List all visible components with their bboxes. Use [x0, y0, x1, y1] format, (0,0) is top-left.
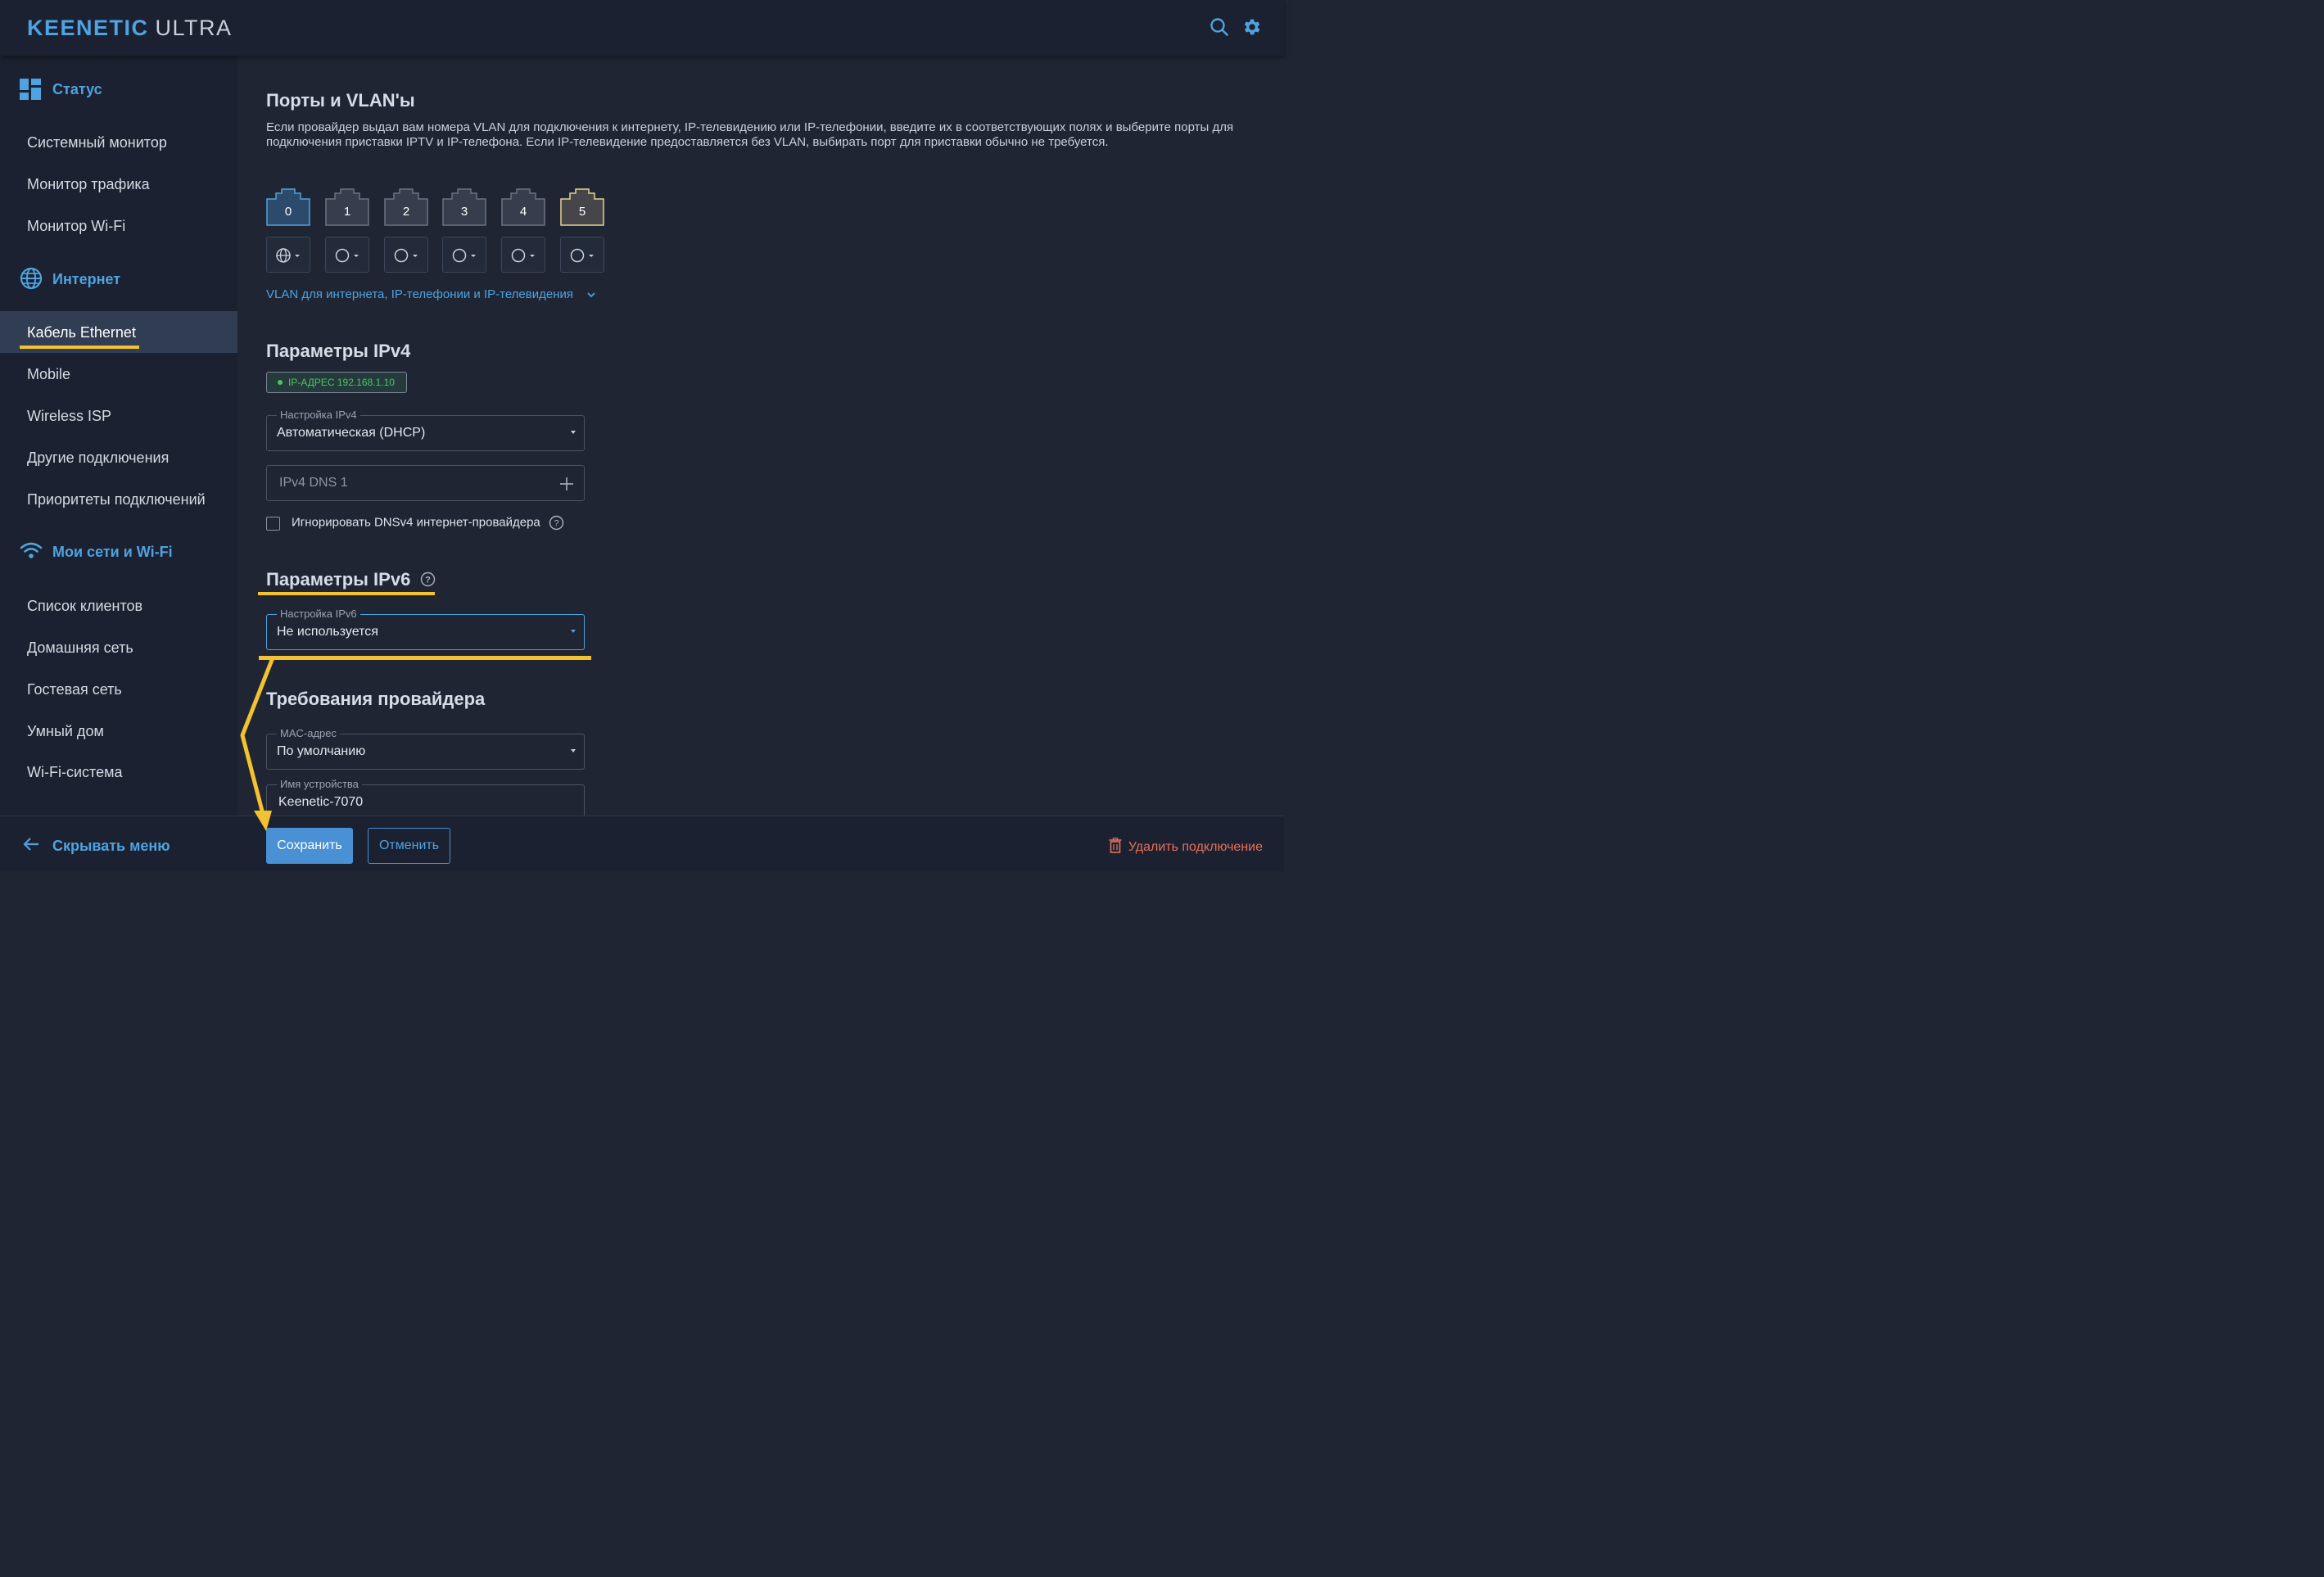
ipv4-dns-input[interactable]: IPv4 DNS 1 [266, 465, 585, 501]
port-4-label: 4 [519, 205, 527, 219]
port-1-label: 1 [343, 205, 351, 219]
trash-icon [1109, 837, 1122, 853]
ignore-dns-checkbox[interactable] [266, 517, 280, 531]
ipv4-title: Параметры IPv4 [266, 341, 411, 361]
ipv4-dns-placeholder: IPv4 DNS 1 [279, 476, 348, 490]
caret-down-icon [571, 431, 576, 434]
sidebar-section-internet[interactable]: Интернет [52, 270, 120, 288]
highlight-underline-ipv6 [258, 592, 435, 595]
port-2-label: 2 [402, 205, 410, 219]
action-footer: Сохранить Отменить Удалить подключение [237, 816, 1284, 871]
sidebar-item-wifi-monitor[interactable]: Монитор Wi-Fi [27, 217, 125, 235]
annotation-arrow [240, 658, 274, 831]
search-icon[interactable] [1209, 16, 1230, 38]
sidebar-item-mobile[interactable]: Mobile [27, 365, 70, 383]
sidebar-section-status[interactable]: Статус [52, 80, 102, 98]
sidebar-item-guest-network[interactable]: Гостевая сеть [27, 680, 122, 698]
circle-icon [394, 248, 418, 263]
sidebar-item-wireless-isp[interactable]: Wireless ISP [27, 407, 111, 425]
sidebar-item-wifi-system[interactable]: Wi-Fi-система [27, 763, 122, 781]
chevron-down-icon [587, 292, 595, 298]
sidebar-item-ethernet-cable[interactable]: Кабель Ethernet [27, 323, 136, 341]
svg-text:?: ? [554, 519, 558, 529]
sidebar-item-other-connections[interactable]: Другие подключения [27, 449, 169, 467]
main-content: Порты и VLAN'ы Если провайдер выдал вам … [237, 56, 1284, 871]
help-icon[interactable]: ? [549, 515, 564, 531]
ipv4-setting-select[interactable]: Настройка IPv4 Автоматическая (DHCP) [266, 409, 585, 451]
port-5-mode-select[interactable] [560, 237, 604, 273]
ipv6-title: Параметры IPv6 ? [266, 569, 436, 590]
port-4[interactable]: 4 [501, 188, 545, 226]
sidebar-section-my-networks[interactable]: Мои сети и Wi-Fi [52, 543, 173, 561]
circle-icon [452, 248, 476, 263]
globe-icon [20, 267, 43, 290]
svg-text:?: ? [426, 576, 432, 585]
caret-down-icon [571, 630, 576, 633]
sidebar-footer: Скрывать меню [0, 816, 237, 871]
vlan-settings-link[interactable]: VLAN для интернета, IP-телефонии и IP-те… [266, 287, 596, 301]
globe-icon [276, 248, 300, 263]
vlan-link-text: VLAN для интернета, IP-телефонии и IP-те… [266, 287, 573, 301]
port-1-mode-select[interactable] [325, 237, 369, 273]
top-bar: KEENETIC ULTRA [0, 0, 1284, 56]
sidebar-item-smart-home[interactable]: Умный дом [27, 722, 104, 740]
port-5[interactable]: 5 [560, 188, 604, 226]
port-3[interactable]: 3 [442, 188, 486, 226]
circle-icon [511, 248, 535, 263]
ipv6-setting-value: Не используется [277, 625, 378, 639]
sidebar-item-traffic-monitor[interactable]: Монитор трафика [27, 175, 150, 193]
cancel-button[interactable]: Отменить [368, 828, 450, 864]
sidebar-item-client-list[interactable]: Список клиентов [27, 597, 142, 615]
ports-description: Если провайдер выдал вам номера VLAN для… [266, 120, 1234, 149]
wifi-icon [20, 540, 43, 563]
sidebar: Статус Системный монитор Монитор трафика… [0, 56, 237, 871]
ipv6-title-text: Параметры IPv6 [266, 569, 411, 590]
delete-connection-button[interactable]: Удалить подключение [1109, 837, 1263, 856]
circle-icon [570, 248, 594, 263]
ignore-dns-text: Игнорировать DNSv4 интернет-провайдера [292, 515, 540, 530]
highlight-underline-ethernet [20, 346, 139, 349]
ipv4-setting-value: Автоматическая (DHCP) [277, 426, 426, 440]
hide-menu-button[interactable]: Скрывать меню [52, 837, 170, 855]
brand-primary: KEENETIC [27, 16, 149, 40]
brand-logo[interactable]: KEENETIC ULTRA [27, 16, 233, 40]
ports-title: Порты и VLAN'ы [266, 90, 415, 111]
port-2-mode-select[interactable] [384, 237, 428, 273]
ipv6-setting-select[interactable]: Настройка IPv6 Не используется [266, 608, 585, 650]
port-1[interactable]: 1 [325, 188, 369, 226]
port-0[interactable]: 0 [266, 188, 310, 226]
ipv4-setting-label: Настройка IPv4 [277, 409, 360, 422]
port-0-mode-select[interactable] [266, 237, 310, 273]
ipv6-setting-label: Настройка IPv6 [277, 608, 360, 621]
sidebar-item-home-network[interactable]: Домашняя сеть [27, 639, 133, 657]
sidebar-item-system-monitor[interactable]: Системный монитор [27, 133, 167, 151]
gear-icon[interactable] [1241, 16, 1262, 38]
delete-connection-label: Удалить подключение [1128, 840, 1263, 854]
help-icon[interactable]: ? [420, 572, 436, 587]
port-2[interactable]: 2 [384, 188, 428, 226]
sidebar-item-connection-priorities[interactable]: Приоритеты подключений [27, 490, 206, 508]
circle-icon [335, 248, 359, 263]
dashboard-icon [20, 79, 43, 102]
ignore-dns-label: Игнорировать DNSv4 интернет-провайдера ? [292, 515, 564, 531]
port-4-mode-select[interactable] [501, 237, 545, 273]
plus-icon[interactable] [559, 477, 574, 491]
port-3-label: 3 [460, 205, 468, 219]
port-5-label: 5 [578, 205, 586, 219]
brand-secondary: ULTRA [155, 16, 233, 40]
arrow-left-icon[interactable] [23, 837, 39, 856]
port-3-mode-select[interactable] [442, 237, 486, 273]
port-0-label: 0 [284, 205, 292, 219]
caret-down-icon [571, 749, 576, 752]
ip-address-badge: IP-АДРЕС 192.168.1.10 [266, 372, 407, 393]
